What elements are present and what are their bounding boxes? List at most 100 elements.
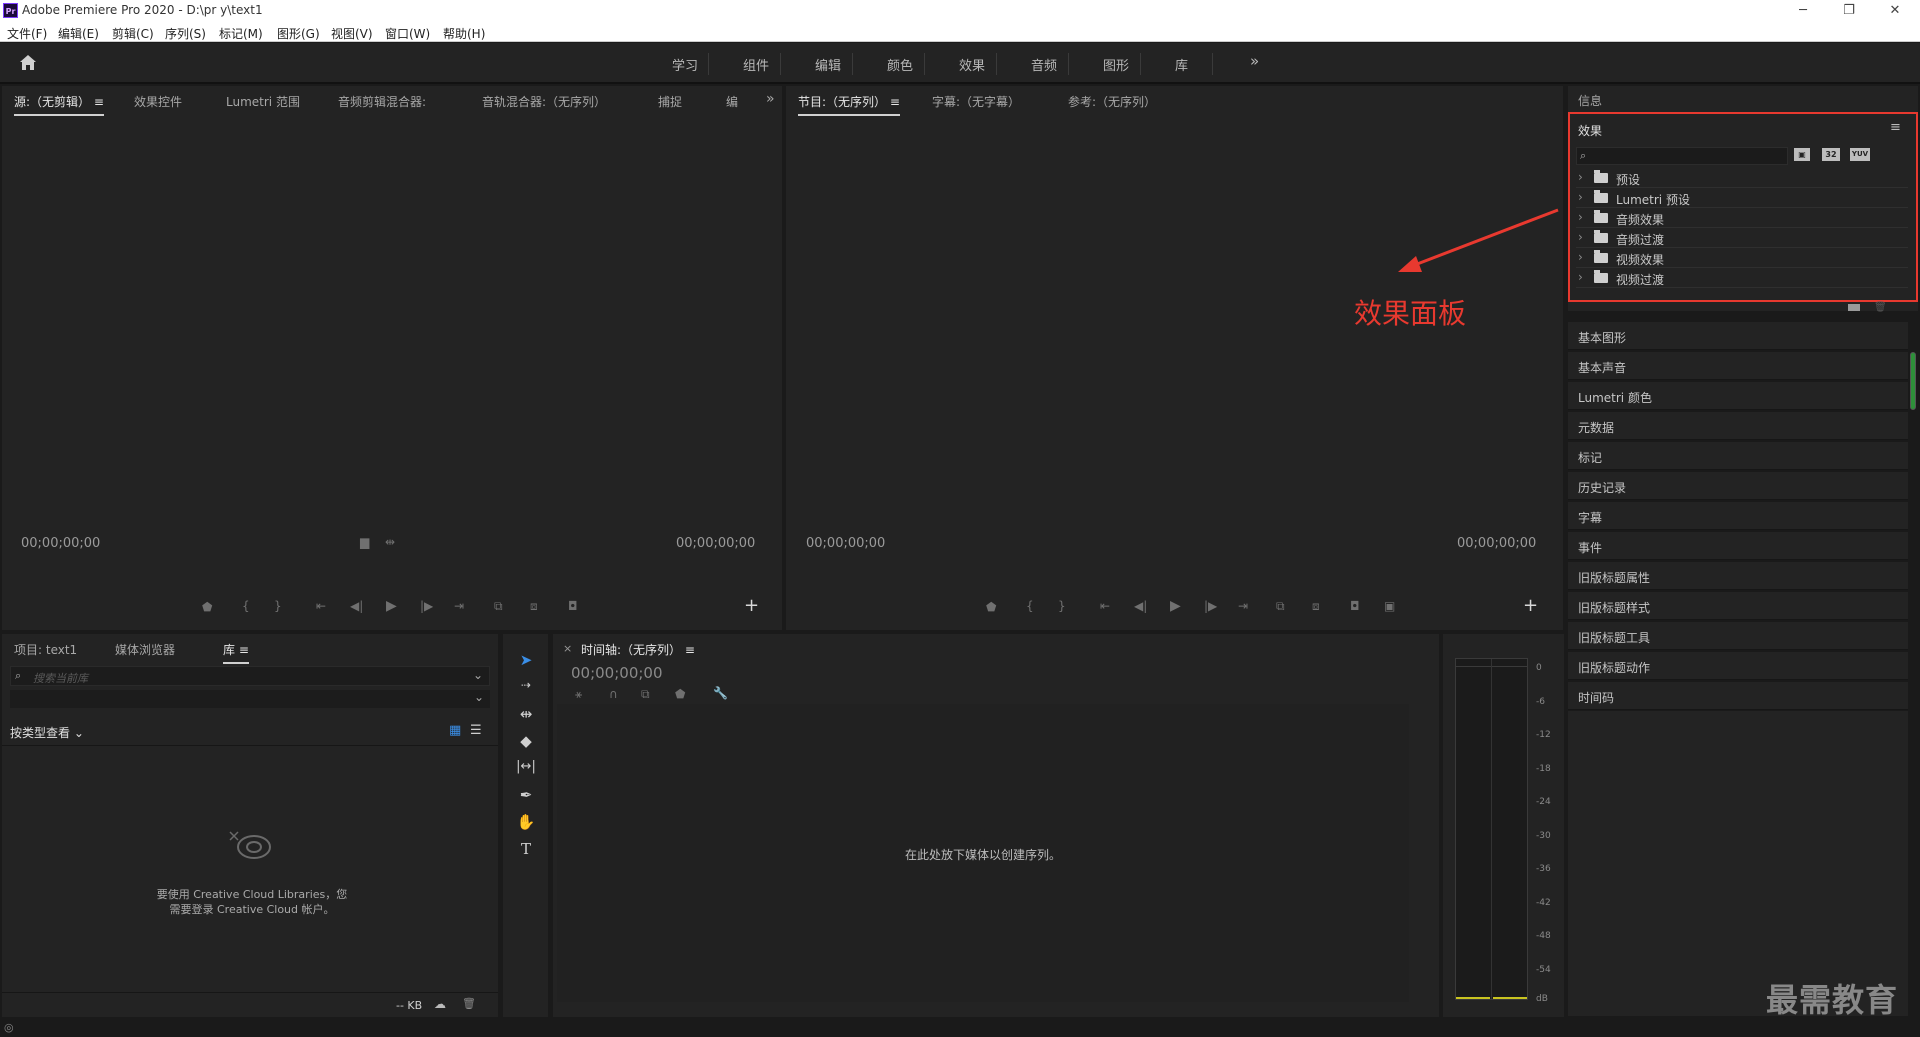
workspace-effects[interactable]: 效果 bbox=[959, 55, 985, 74]
go-to-out-icon[interactable]: ⇥ bbox=[454, 599, 464, 613]
menu-marker[interactable]: 标记(M) bbox=[219, 25, 263, 42]
tab-effect-controls[interactable]: 效果控件 bbox=[134, 93, 182, 110]
view-by-dropdown[interactable]: 按类型查看 ⌄ bbox=[10, 724, 84, 741]
source-timecode-current[interactable]: 00;00;00;00 bbox=[21, 536, 100, 551]
workspace-libraries[interactable]: 库 bbox=[1175, 55, 1188, 74]
menu-graphics[interactable]: 图形(G) bbox=[277, 25, 320, 42]
play-icon[interactable]: ▶ bbox=[1170, 598, 1181, 614]
effects-item-audio-transitions[interactable]: › 音频过渡 bbox=[1576, 228, 1908, 248]
menu-help[interactable]: 帮助(H) bbox=[443, 25, 485, 42]
accelerated-effects-icon[interactable]: ▣ bbox=[1794, 148, 1810, 161]
minimize-button[interactable]: ─ bbox=[1780, 0, 1826, 22]
tab-audio-clip-mixer[interactable]: 音频剪辑混合器: bbox=[338, 93, 426, 110]
menu-sequence[interactable]: 序列(S) bbox=[165, 25, 206, 42]
track-select-tool-icon[interactable]: ⇢ bbox=[514, 678, 538, 700]
tab-info[interactable]: 信息 bbox=[1578, 92, 1602, 109]
step-forward-icon[interactable]: |▶ bbox=[420, 599, 433, 613]
extract-icon[interactable]: ⧈ bbox=[1312, 599, 1320, 614]
new-custom-bin-icon[interactable] bbox=[1848, 304, 1860, 311]
effects-item-lumetri-presets[interactable]: › Lumetri 预设 bbox=[1576, 188, 1908, 208]
home-icon[interactable] bbox=[18, 53, 38, 73]
menu-file[interactable]: 文件(F) bbox=[7, 25, 47, 42]
drag-video-icon[interactable]: ▆ bbox=[360, 535, 369, 549]
mark-out-icon[interactable]: } bbox=[1058, 599, 1066, 613]
button-editor-add-icon[interactable]: + bbox=[744, 595, 759, 616]
timeline-timecode[interactable]: 00;00;00;00 bbox=[571, 664, 663, 682]
effects-item-presets[interactable]: › 预设 bbox=[1576, 168, 1908, 188]
pen-tool-icon[interactable]: ✒ bbox=[514, 786, 538, 808]
snap-icon[interactable]: ∩ bbox=[609, 687, 618, 701]
workspaces-more-icon[interactable]: » bbox=[1250, 52, 1259, 70]
mark-out-icon[interactable]: } bbox=[274, 599, 282, 613]
type-tool-icon[interactable]: T bbox=[514, 840, 538, 862]
overwrite-icon[interactable]: ⧈ bbox=[530, 599, 538, 614]
step-forward-icon[interactable]: |▶ bbox=[1204, 599, 1217, 613]
panel-legacy-title-tools[interactable]: 旧版标题工具 bbox=[1568, 622, 1908, 650]
export-frame-icon[interactable]: ◘ bbox=[568, 599, 578, 613]
slip-tool-icon[interactable]: |↔| bbox=[514, 759, 538, 781]
tab-captions[interactable]: 字幕:（无字幕） bbox=[932, 93, 1020, 110]
list-view-icon[interactable]: ☰ bbox=[470, 723, 482, 738]
go-to-in-icon[interactable]: ⇤ bbox=[1100, 599, 1110, 613]
button-editor-add-icon[interactable]: + bbox=[1523, 595, 1538, 616]
add-marker-icon[interactable]: ⬟ bbox=[202, 600, 212, 614]
panel-timecode[interactable]: 时间码 bbox=[1568, 682, 1908, 710]
insert-icon[interactable]: ⧉ bbox=[494, 599, 503, 614]
step-back-icon[interactable]: ◀| bbox=[1134, 599, 1147, 613]
export-frame-icon[interactable]: ◘ bbox=[1350, 599, 1360, 613]
tabs-more-icon[interactable]: » bbox=[766, 91, 775, 107]
panel-captions[interactable]: 字幕 bbox=[1568, 502, 1908, 530]
workspace-graphics[interactable]: 图形 bbox=[1103, 55, 1129, 74]
go-to-out-icon[interactable]: ⇥ bbox=[1238, 599, 1248, 613]
panel-markers[interactable]: 标记 bbox=[1568, 442, 1908, 470]
right-panel-scrollbar[interactable] bbox=[1910, 352, 1916, 410]
panel-menu-icon[interactable]: ≡ bbox=[890, 95, 900, 109]
add-marker-icon[interactable]: ⬟ bbox=[675, 687, 685, 701]
lift-icon[interactable]: ⧉ bbox=[1276, 599, 1285, 614]
restore-button[interactable]: ❐ bbox=[1826, 0, 1872, 22]
effects-search-input[interactable]: ⌕ bbox=[1576, 147, 1788, 165]
workspace-assembly[interactable]: 组件 bbox=[743, 55, 769, 74]
cloud-sync-icon[interactable]: ☁ bbox=[434, 997, 446, 1011]
tab-project[interactable]: 项目: text1 bbox=[14, 641, 77, 658]
close-button[interactable]: ✕ bbox=[1872, 0, 1918, 22]
add-marker-icon[interactable]: ⬟ bbox=[986, 600, 996, 614]
hand-tool-icon[interactable]: ✋ bbox=[514, 813, 538, 835]
nest-sequence-icon[interactable]: ⚹ bbox=[575, 687, 582, 702]
panel-essential-graphics[interactable]: 基本图形 bbox=[1568, 322, 1908, 350]
compare-view-icon[interactable]: ▣ bbox=[1384, 599, 1395, 613]
tab-media-browser[interactable]: 媒体浏览器 bbox=[115, 641, 175, 658]
ripple-edit-tool-icon[interactable]: ⇹ bbox=[514, 705, 538, 727]
workspace-editing[interactable]: 编辑 bbox=[815, 55, 841, 74]
workspace-audio[interactable]: 音频 bbox=[1031, 55, 1057, 74]
panel-menu-icon[interactable]: ≡ bbox=[239, 643, 249, 657]
tab-source[interactable]: 源:（无剪辑） ≡ bbox=[14, 93, 104, 116]
tab-capture[interactable]: 捕捉 bbox=[658, 93, 682, 110]
panel-menu-icon[interactable]: ≡ bbox=[94, 95, 104, 109]
play-icon[interactable]: ▶ bbox=[386, 598, 397, 614]
panel-legacy-title-actions[interactable]: 旧版标题动作 bbox=[1568, 652, 1908, 680]
32bit-effects-icon[interactable]: 32 bbox=[1822, 148, 1840, 161]
wrench-icon[interactable]: 🔧 bbox=[713, 686, 728, 700]
chevron-down-icon[interactable]: ⌄ bbox=[473, 668, 483, 682]
tab-lumetri-scopes[interactable]: Lumetri 范围 bbox=[226, 93, 300, 110]
panel-metadata[interactable]: 元数据 bbox=[1568, 412, 1908, 440]
tab-audio-track-mixer[interactable]: 音轨混合器:（无序列） bbox=[482, 93, 606, 110]
razor-tool-icon[interactable]: ◆ bbox=[514, 732, 538, 754]
menu-window[interactable]: 窗口(W) bbox=[385, 25, 430, 42]
program-timecode-current[interactable]: 00;00;00;00 bbox=[806, 536, 885, 551]
mark-in-icon[interactable]: { bbox=[242, 599, 250, 613]
close-tab-icon[interactable]: × bbox=[563, 642, 572, 655]
timeline-drop-area[interactable]: 在此处放下媒体以创建序列。 bbox=[557, 704, 1409, 1002]
menu-view[interactable]: 视图(V) bbox=[331, 25, 373, 42]
effects-item-audio-effects[interactable]: › 音频效果 bbox=[1576, 208, 1908, 228]
panel-legacy-title-properties[interactable]: 旧版标题属性 bbox=[1568, 562, 1908, 590]
selection-tool-icon[interactable]: ➤ bbox=[514, 651, 538, 673]
step-back-icon[interactable]: ◀| bbox=[350, 599, 363, 613]
panel-legacy-title-styles[interactable]: 旧版标题样式 bbox=[1568, 592, 1908, 620]
tab-edit-truncated[interactable]: 编 bbox=[726, 93, 738, 110]
mark-in-icon[interactable]: { bbox=[1026, 599, 1034, 613]
panel-events[interactable]: 事件 bbox=[1568, 532, 1908, 560]
tab-libraries[interactable]: 库 ≡ bbox=[223, 641, 249, 664]
yuv-effects-icon[interactable]: YUV bbox=[1850, 148, 1870, 161]
